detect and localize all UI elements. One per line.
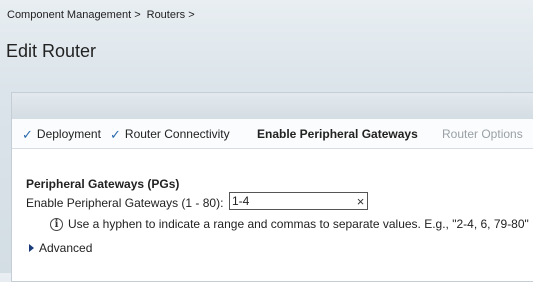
breadcrumb-routers[interactable]: Routers >: [147, 9, 195, 21]
advanced-toggle[interactable]: Advanced: [29, 241, 92, 255]
step-enable-peripheral-gateways[interactable]: Enable Peripheral Gateways: [257, 127, 418, 141]
section-title: Peripheral Gateways (PGs): [26, 177, 180, 191]
step-deployment[interactable]: ✓ Deployment: [22, 127, 101, 141]
hint-text: Use a hyphen to indicate a range and com…: [68, 217, 529, 231]
pg-field: ×: [229, 192, 368, 210]
step-label: Deployment: [36, 127, 101, 141]
breadcrumb: Component Management > Routers >: [7, 9, 195, 21]
step-router-connectivity[interactable]: ✓ Router Connectivity: [110, 127, 230, 141]
expand-triangle-icon: [29, 244, 34, 252]
step-router-options: Router Options: [442, 127, 523, 141]
hint: i Use a hyphen to indicate a range and c…: [50, 217, 529, 231]
clear-icon[interactable]: ×: [354, 194, 367, 209]
info-icon: i: [50, 217, 63, 231]
check-icon: ✓: [22, 126, 33, 142]
page-title: Edit Router: [6, 41, 97, 61]
wizard-steps: ✓ Deployment ✓ Router Connectivity Enabl…: [12, 119, 533, 149]
panel-header: [12, 93, 533, 120]
step-label: Enable Peripheral Gateways: [257, 127, 418, 141]
advanced-label: Advanced: [39, 241, 93, 255]
step-label: Router Connectivity: [124, 127, 230, 141]
step-label: Router Options: [442, 127, 523, 141]
pg-input[interactable]: [230, 193, 352, 209]
check-icon: ✓: [110, 126, 121, 142]
pg-field-label: Enable Peripheral Gateways (1 - 80):: [26, 196, 224, 210]
breadcrumb-component-management[interactable]: Component Management >: [7, 9, 141, 21]
